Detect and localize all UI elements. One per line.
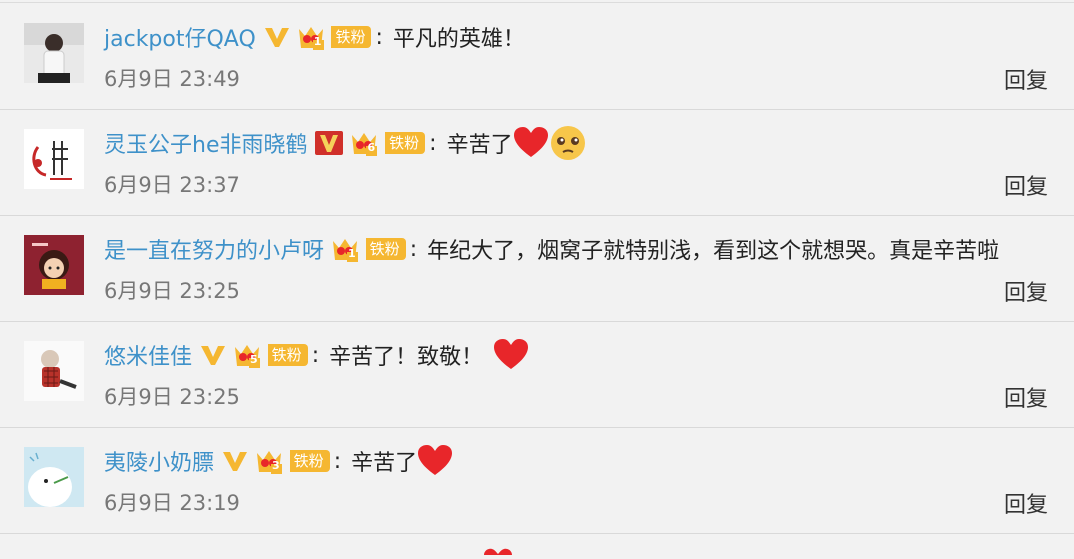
fan-level: 1	[348, 246, 356, 260]
comment-text: 辛苦了	[351, 451, 418, 476]
fan-label: 铁粉	[331, 26, 372, 48]
comment-item: 灵玉公子he非雨晓鹤 6 铁粉 : 辛苦了 6月9日 23:37 回复	[0, 109, 1074, 216]
teary-face-icon	[549, 124, 587, 162]
comment-time: 6月9日 23:25	[104, 385, 240, 409]
fan-badge[interactable]: 5 铁粉	[232, 342, 308, 368]
heart-icon	[417, 445, 453, 477]
comment-time: 6月9日 23:25	[104, 279, 240, 303]
comment-time: 6月9日 23:19	[104, 491, 240, 515]
person-avatar[interactable]	[24, 23, 84, 83]
comment-item: 夷陵小奶膘 3 铁粉 : 辛苦了 6月9日 23:19 回复	[0, 427, 1074, 534]
comment-time: 6月9日 23:49	[104, 67, 240, 91]
bird-avatar[interactable]	[24, 447, 84, 507]
comment-text: 平凡的英雄！	[392, 27, 525, 52]
reply-button[interactable]: 回复	[1004, 487, 1048, 519]
comment-time: 6月9日 23:37	[104, 173, 240, 197]
reply-button[interactable]: 回复	[1004, 381, 1048, 413]
comment-text: 辛苦了！致敬！	[329, 345, 484, 370]
username-link[interactable]: 灵玉公子he非雨晓鹤	[104, 127, 307, 159]
heart-icon	[493, 339, 529, 371]
gold-verified-v-icon	[264, 26, 290, 48]
fan-badge[interactable]: 3 铁粉	[254, 448, 330, 474]
comment-item: 悠米佳佳 5 铁粉 : 辛苦了！致敬！ 6月9日 23:25 回复	[0, 321, 1074, 428]
fan-level: 5	[250, 352, 258, 366]
red-verified-v-icon	[315, 131, 344, 155]
reply-button[interactable]: 回复	[1004, 63, 1048, 95]
reply-button[interactable]: 回复	[1004, 275, 1048, 307]
cartoon-girl-avatar[interactable]	[24, 235, 84, 295]
comment-text: 年纪大了，烟窝子就特别浅，看到这个就想哭。真是辛苦啦	[427, 239, 1000, 264]
fan-label: 铁粉	[267, 344, 308, 366]
gold-verified-v-icon	[200, 344, 226, 366]
fan-label: 铁粉	[385, 132, 426, 154]
fan-badge[interactable]: 1 铁粉	[330, 236, 406, 262]
fan-label: 铁粉	[289, 450, 330, 472]
reply-button[interactable]: 回复	[1004, 169, 1048, 201]
username-link[interactable]: 夷陵小奶膘	[104, 445, 214, 477]
username-link[interactable]: 悠米佳佳	[104, 339, 192, 371]
heart-icon	[480, 540, 516, 559]
comment-item: jackpot仔QAQ 1 铁粉 : 平凡的英雄！ 6月9日 23:49 回复	[0, 3, 1074, 110]
fan-badge[interactable]: 1 铁粉	[296, 24, 372, 50]
username-link[interactable]: 是一直在努力的小卢呀	[104, 233, 324, 265]
username-link[interactable]: jackpot仔QAQ	[104, 21, 256, 53]
comment-item: 是一直在努力的小卢呀 1 铁粉 : 年纪大了，烟窝子就特别浅，看到这个就想哭。真…	[0, 215, 1074, 322]
heart-icon	[513, 127, 549, 159]
comment-text: 辛苦了	[446, 133, 513, 158]
gold-verified-v-icon	[222, 450, 248, 472]
fan-level: 1	[313, 34, 322, 48]
sketch-girl-avatar[interactable]	[24, 341, 84, 401]
calligraphy-avatar[interactable]	[24, 129, 84, 189]
fan-level: 3	[272, 458, 280, 472]
fan-level: 6	[367, 140, 376, 154]
fan-label: 铁粉	[365, 238, 406, 260]
fan-badge[interactable]: 6 铁粉	[349, 130, 426, 156]
